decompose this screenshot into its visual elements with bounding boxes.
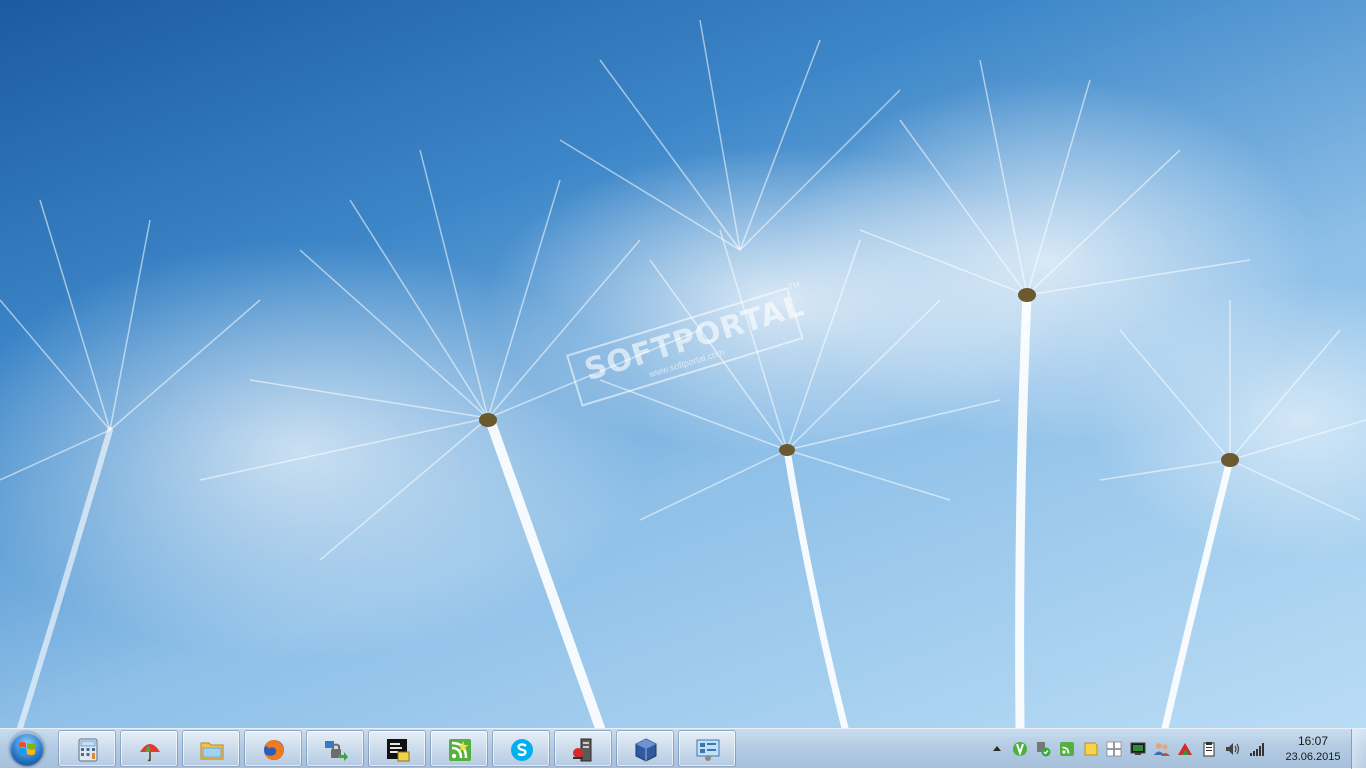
antivirus-icon[interactable]: [1177, 741, 1193, 757]
rss-icon: [449, 739, 471, 761]
show-desktop-button[interactable]: [1351, 729, 1366, 769]
volume-icon[interactable]: [1225, 741, 1241, 757]
folder-icon: [200, 742, 224, 760]
clock-date: 23.06.2015: [1285, 751, 1341, 763]
security-icon[interactable]: [1035, 741, 1051, 757]
cube-icon: [635, 738, 657, 762]
windows-update-icon[interactable]: [1106, 741, 1122, 757]
monitor-icon[interactable]: [1130, 741, 1146, 757]
network-signal-icon[interactable]: [1249, 741, 1265, 757]
desktop[interactable]: SOFTPORTAL www.softportal.com TM: [0, 0, 1366, 728]
taskbar-umbrella-app-button[interactable]: [120, 730, 178, 767]
calculator-icon: [78, 738, 98, 762]
taskbar-network-lock-button[interactable]: [306, 730, 364, 767]
lock-transfer-icon: [325, 741, 348, 761]
notes-icon[interactable]: [1083, 741, 1099, 757]
skype-icon: [511, 739, 533, 761]
rss-tray-icon[interactable]: [1059, 741, 1075, 757]
umbrella-icon: [140, 744, 160, 762]
start-button[interactable]: [4, 730, 48, 768]
torrent-icon[interactable]: [1012, 741, 1028, 757]
firefox-icon: [264, 740, 284, 760]
taskbar-skype-button[interactable]: [492, 730, 550, 767]
windows-flag-icon: [19, 742, 35, 755]
console-icon: [387, 739, 410, 762]
taskbar-control-panel-button[interactable]: [678, 730, 736, 767]
start-orb-icon: [10, 732, 44, 766]
server-icon: [573, 738, 592, 762]
taskbar-firefox-button[interactable]: [244, 730, 302, 767]
taskbar: 16:07 23.06.2015: [0, 728, 1366, 769]
clock-time: 16:07: [1297, 734, 1329, 748]
taskbar-calculator-button[interactable]: [58, 730, 116, 767]
taskbar-console-button[interactable]: [368, 730, 426, 767]
show-hidden-icon[interactable]: [989, 741, 1005, 757]
taskbar-server-tool-button[interactable]: [554, 730, 612, 767]
control-panel-icon: [696, 739, 720, 761]
taskbar-rss-reader-button[interactable]: [430, 730, 488, 767]
notification-area: [985, 729, 1275, 769]
taskbar-explorer-button[interactable]: [182, 730, 240, 767]
clipboard-icon[interactable]: [1201, 741, 1217, 757]
users-icon[interactable]: [1154, 741, 1170, 757]
clock[interactable]: 16:07 23.06.2015: [1276, 733, 1350, 767]
taskbar-virtualbox-button[interactable]: [616, 730, 674, 767]
